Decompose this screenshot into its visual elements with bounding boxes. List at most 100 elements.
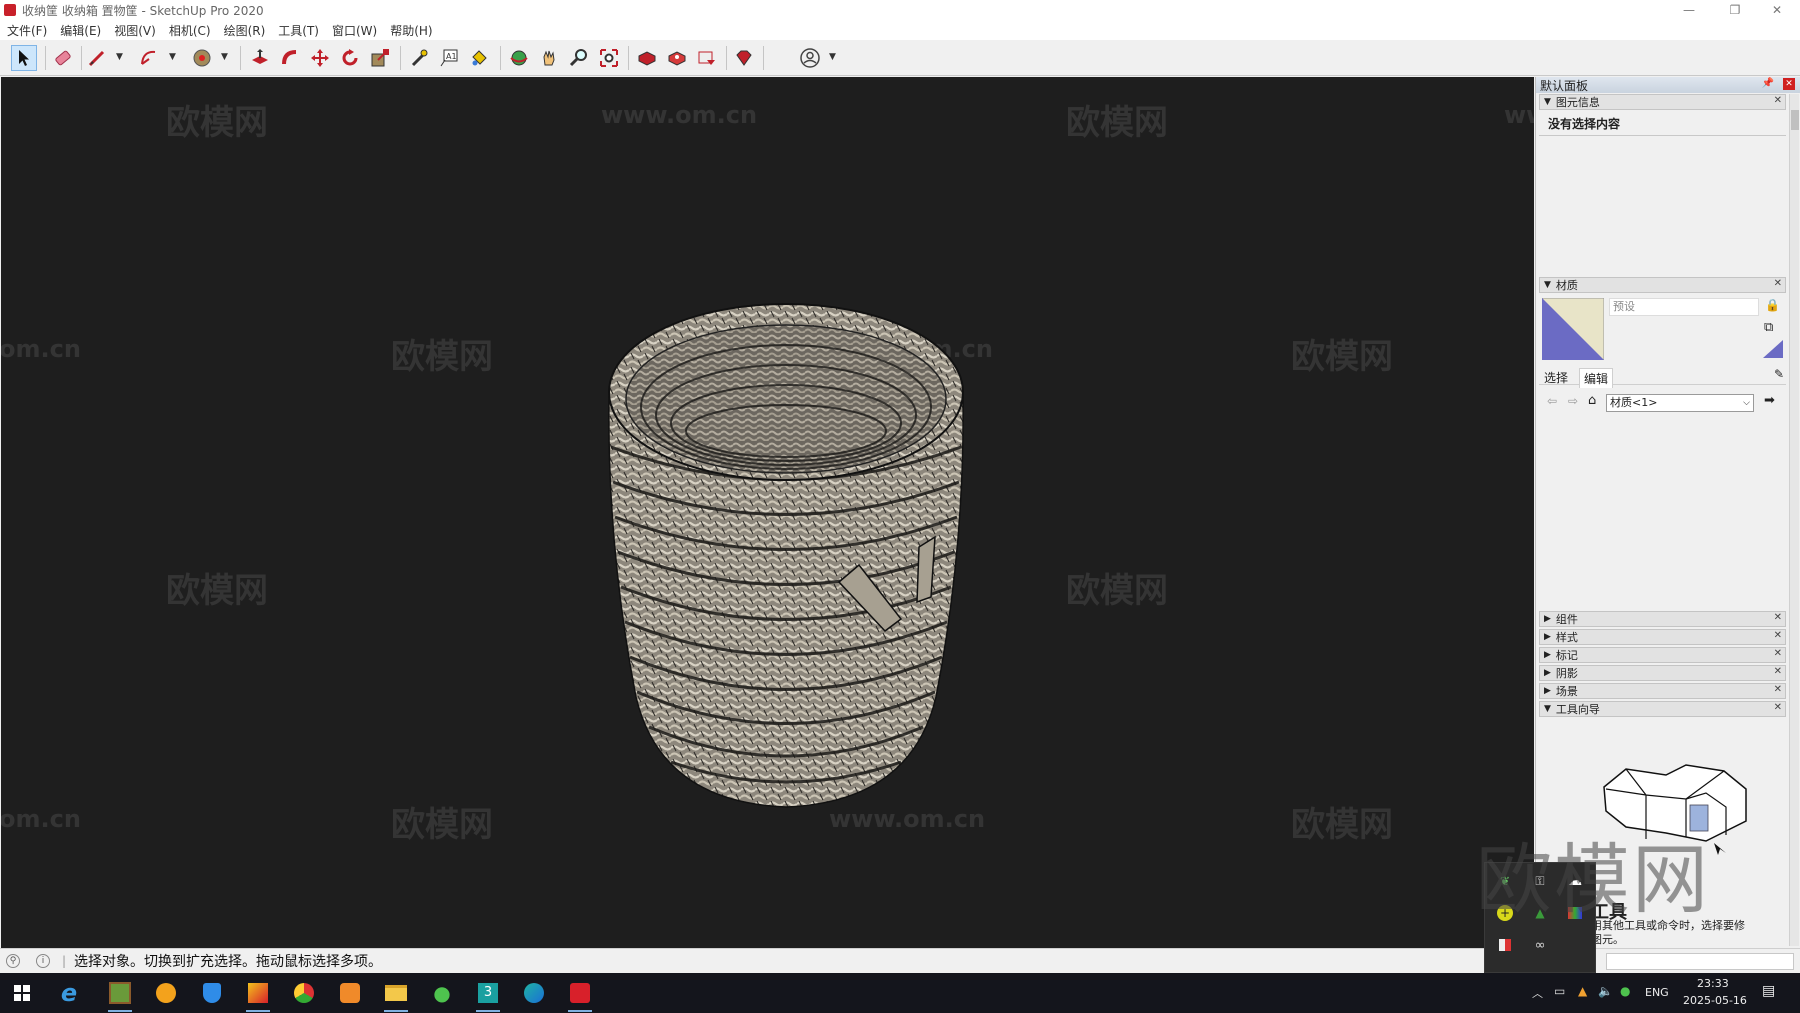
security-shield-icon[interactable]	[198, 979, 226, 1007]
menu-help[interactable]: 帮助(H)	[390, 22, 432, 39]
credits-icon[interactable]: i	[36, 954, 50, 968]
wechat-icon[interactable]: ●	[428, 979, 456, 1007]
pan-icon[interactable]	[536, 45, 562, 71]
drive-tray-icon[interactable]: ▲	[1530, 903, 1550, 923]
account-icon[interactable]	[797, 45, 823, 71]
entity-info-header[interactable]: ▼ 图元信息 ✕	[1539, 94, 1786, 110]
zoom-icon[interactable]	[566, 45, 592, 71]
tape-measure-icon[interactable]	[406, 45, 432, 71]
menu-tools[interactable]: 工具(T)	[278, 22, 319, 39]
close-button[interactable]: ✕	[1754, 0, 1800, 20]
shape-icon[interactable]	[189, 45, 215, 71]
usb-tray-icon[interactable]: ⚿	[1530, 871, 1550, 891]
link-tray-icon[interactable]: ∞	[1530, 935, 1550, 955]
menu-draw[interactable]: 绘图(R)	[224, 22, 266, 39]
geo-location-icon[interactable]: ⚲	[6, 954, 20, 968]
default-material-icon[interactable]	[1763, 340, 1783, 358]
extension-warehouse-icon[interactable]	[664, 45, 690, 71]
details-icon[interactable]: ➡	[1764, 393, 1775, 408]
tags-header[interactable]: ▶ 标记 ✕	[1539, 647, 1786, 663]
wechat-tray-icon[interactable]: ●	[1620, 984, 1630, 998]
push-pull-icon[interactable]	[247, 45, 273, 71]
clock-date[interactable]: 2025-05-16	[1683, 994, 1747, 1007]
home-icon[interactable]: ⌂	[1588, 393, 1596, 408]
line-icon[interactable]	[84, 45, 110, 71]
paint-bucket-icon[interactable]	[466, 45, 492, 71]
minecraft-icon[interactable]	[106, 979, 134, 1012]
eraser-icon[interactable]	[50, 45, 76, 71]
scale-icon[interactable]	[367, 45, 393, 71]
eyedropper-icon[interactable]: ✎	[1774, 367, 1784, 381]
back-icon[interactable]: ⇦	[1547, 394, 1557, 408]
create-material-icon[interactable]: ⧉	[1764, 320, 1773, 335]
material-collection-select[interactable]: 材质<1> ⌵	[1606, 394, 1754, 412]
windows-start-icon[interactable]	[8, 979, 36, 1007]
measurements-box[interactable]	[1606, 953, 1794, 970]
gallery-app-icon[interactable]	[244, 979, 272, 1012]
follow-me-icon[interactable]	[277, 45, 303, 71]
menu-window[interactable]: 窗口(W)	[332, 22, 377, 39]
line-dropdown-icon[interactable]: ▼	[116, 52, 123, 62]
text-icon[interactable]: A1	[436, 45, 462, 71]
materials-header[interactable]: ▼ 材质 ✕	[1539, 277, 1786, 293]
instructor-header[interactable]: ▼ 工具向导 ✕	[1539, 701, 1786, 717]
menu-edit[interactable]: 编辑(E)	[60, 22, 101, 39]
section-close-icon[interactable]: ✕	[1774, 278, 1782, 289]
menu-camera[interactable]: 相机(C)	[169, 22, 211, 39]
plus-tray-icon[interactable]: +	[1495, 903, 1515, 923]
section-close-icon[interactable]: ✕	[1774, 612, 1782, 623]
orange-app-icon[interactable]	[336, 979, 364, 1007]
section-close-icon[interactable]: ✕	[1774, 648, 1782, 659]
cloud-tray-icon[interactable]: ☁	[1565, 871, 1585, 891]
internet-explorer-icon[interactable]: e	[55, 979, 83, 1007]
section-close-icon[interactable]: ✕	[1774, 666, 1782, 677]
input-language[interactable]: ENG	[1645, 986, 1669, 999]
menu-view[interactable]: 视图(V)	[114, 22, 156, 39]
layout-icon[interactable]	[694, 45, 720, 71]
apps-tray-icon[interactable]	[1495, 935, 1515, 955]
chrome-icon[interactable]	[290, 979, 318, 1007]
extension-manager-icon[interactable]	[731, 45, 757, 71]
sketchup-taskbar-icon[interactable]	[566, 979, 594, 1012]
action-center-icon[interactable]: ▤	[1762, 983, 1775, 999]
components-header[interactable]: ▶ 组件 ✕	[1539, 611, 1786, 627]
woven-basket-model[interactable]	[601, 297, 971, 812]
scenes-header[interactable]: ▶ 场景 ✕	[1539, 683, 1786, 699]
shadows-header[interactable]: ▶ 阴影 ✕	[1539, 665, 1786, 681]
pin-icon[interactable]: 📌	[1762, 78, 1774, 89]
notification-app-icon[interactable]: ▲	[1578, 984, 1587, 998]
styles-header[interactable]: ▶ 样式 ✕	[1539, 629, 1786, 645]
3d-warehouse-icon[interactable]	[634, 45, 660, 71]
menu-file[interactable]: 文件(F)	[7, 22, 47, 39]
account-dropdown-icon[interactable]: ▼	[829, 52, 836, 62]
tray-overflow-chevron-icon[interactable]: ︿	[1532, 985, 1543, 1001]
volume-icon[interactable]: 🔈	[1598, 984, 1613, 998]
clock-time[interactable]: 23:33	[1697, 977, 1729, 990]
tray-close-icon[interactable]: ✕	[1783, 78, 1795, 90]
tab-select[interactable]: 选择	[1544, 369, 1568, 386]
3dsmax-icon[interactable]: 3	[474, 979, 502, 1012]
edge-browser-icon[interactable]	[520, 979, 548, 1007]
lock-icon[interactable]: 🔒	[1765, 298, 1780, 312]
select-icon[interactable]	[11, 45, 37, 71]
media-player-icon[interactable]	[152, 979, 180, 1007]
orbit-icon[interactable]	[506, 45, 532, 71]
material-name-field[interactable]: 预设	[1609, 298, 1759, 316]
section-close-icon[interactable]: ✕	[1774, 95, 1782, 106]
rotate-icon[interactable]	[337, 45, 363, 71]
forward-icon[interactable]: ⇨	[1568, 394, 1578, 408]
section-close-icon[interactable]: ✕	[1774, 630, 1782, 641]
network-icon[interactable]: ▭	[1554, 984, 1565, 998]
tray-scrollbar[interactable]	[1789, 94, 1799, 946]
file-explorer-icon[interactable]	[382, 979, 410, 1012]
leaf-tray-icon[interactable]: ❦	[1495, 871, 1515, 891]
section-close-icon[interactable]: ✕	[1774, 684, 1782, 695]
section-close-icon[interactable]: ✕	[1774, 702, 1782, 713]
material-swatch[interactable]	[1542, 298, 1604, 360]
tab-edit[interactable]: 编辑	[1579, 368, 1614, 388]
modeling-viewport[interactable]: 欧模网 www.om.cn 欧模网 www.om.cn om.cn 欧模网 om…	[1, 77, 1534, 948]
shape-dropdown-icon[interactable]: ▼	[221, 52, 228, 62]
move-icon[interactable]	[307, 45, 333, 71]
arc-dropdown-icon[interactable]: ▼	[169, 52, 176, 62]
arc-icon[interactable]	[136, 45, 162, 71]
